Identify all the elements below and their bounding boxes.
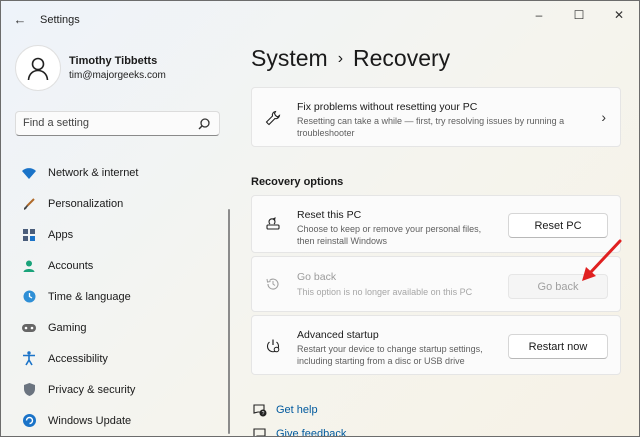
advanced-startup-desc-1: Restart your device to change startup se… [297,344,483,354]
advanced-startup-card: Advanced startup Restart your device to … [251,315,621,375]
settings-window: ← Settings – ☐ ✕ Timothy Tibbetts tim@ma… [0,0,640,437]
reset-card-desc-1: Choose to keep or remove your personal f… [297,224,482,234]
fix-card-desc-2: troubleshooter [297,128,355,138]
advanced-startup-icon [263,336,283,356]
person-icon [27,57,49,81]
sidebar-item-label: Network & internet [48,166,139,179]
sidebar-item-accounts[interactable]: Accounts [15,250,220,281]
chevron-right-icon: › [337,50,344,67]
sidebar-item-label: Windows Update [48,414,132,427]
sidebar-item-privacy-security[interactable]: Privacy & security [15,374,220,405]
reset-pc-icon [263,213,283,233]
sidebar-item-label: Accounts [48,259,94,272]
recovery-options-heading: Recovery options [251,176,344,188]
wifi-icon [20,164,38,182]
get-help-link[interactable]: ? Get help [251,401,318,419]
restart-now-button[interactable]: Restart now [508,334,608,359]
fix-card-title: Fix problems without resetting your PC [297,101,478,113]
sidebar-item-personalization[interactable]: Personalization [15,188,220,219]
profile-name: Timothy Tibbetts [69,55,158,67]
close-button[interactable]: ✕ [599,1,639,29]
give-feedback-link[interactable]: Give feedback [251,425,346,436]
fix-problems-card[interactable]: Fix problems without resetting your PC R… [251,87,621,147]
back-arrow-icon[interactable]: ← [11,11,29,29]
wrench-icon [263,108,283,128]
gamepad-icon [20,319,38,337]
reset-pc-button[interactable]: Reset PC [508,213,608,238]
sidebar-item-network[interactable]: Network & internet [15,157,220,188]
advanced-startup-title: Advanced startup [297,329,379,341]
search-icon[interactable] [197,117,211,131]
sidebar-item-accessibility[interactable]: Accessibility [15,343,220,374]
get-help-label[interactable]: Get help [276,404,318,416]
reset-pc-card: Reset this PC Choose to keep or remove y… [251,195,621,253]
sidebar-item-time-language[interactable]: Time & language [15,281,220,312]
advanced-startup-desc-2: including starting from a disc or USB dr… [297,356,465,366]
help-icon: ? [251,401,269,419]
sidebar-item-label: Gaming [48,321,87,334]
annotation-arrow-icon [582,239,622,281]
title-bar: ← Settings – ☐ ✕ [1,1,639,37]
minimize-button[interactable]: – [519,1,559,29]
sidebar-scrollbar[interactable] [228,209,230,434]
sidebar-item-label: Time & language [48,290,131,303]
reset-card-title: Reset this PC [297,209,362,221]
search-box[interactable] [15,111,220,136]
apps-icon [20,226,38,244]
reset-card-desc-2: then reinstall Windows [297,236,388,246]
sidebar-item-label: Privacy & security [48,383,136,396]
maximize-button[interactable]: ☐ [559,1,599,29]
give-feedback-label[interactable]: Give feedback [276,428,346,436]
sidebar-nav: Network & internet Personalization Apps … [15,157,220,436]
search-input[interactable] [23,117,193,129]
sidebar-item-label: Apps [48,228,74,241]
avatar[interactable] [15,45,61,91]
app-title: Settings [40,14,80,26]
brush-icon [20,195,38,213]
user-profile[interactable]: Timothy Tibbetts tim@majorgeeks.com [15,45,225,95]
feedback-icon [251,425,269,436]
accessibility-icon [20,350,38,368]
go-back-desc: This option is no longer available on th… [297,287,473,297]
chevron-right-icon[interactable]: › [601,109,606,125]
sidebar-item-windows-update[interactable]: Windows Update [15,405,220,436]
sidebar-item-apps[interactable]: Apps [15,219,220,250]
sidebar-item-label: Personalization [48,197,124,210]
history-icon [263,274,283,294]
sidebar-item-gaming[interactable]: Gaming [15,312,220,343]
go-back-title: Go back [297,271,337,283]
svg-text:?: ? [262,411,265,417]
sidebar-item-label: Accessibility [48,352,108,365]
go-back-card: Go back This option is no longer availab… [251,256,621,312]
shield-icon [20,381,38,399]
fix-card-desc-1: Resetting can take a while — first, try … [297,116,565,126]
update-icon [20,412,38,430]
breadcrumb-parent[interactable]: System [251,45,328,71]
breadcrumb: System › Recovery [251,45,450,72]
window-controls: – ☐ ✕ [519,1,639,29]
page-title: Recovery [353,45,451,71]
profile-email: tim@majorgeeks.com [69,70,166,81]
globe-clock-icon [20,288,38,306]
accounts-icon [20,257,38,275]
